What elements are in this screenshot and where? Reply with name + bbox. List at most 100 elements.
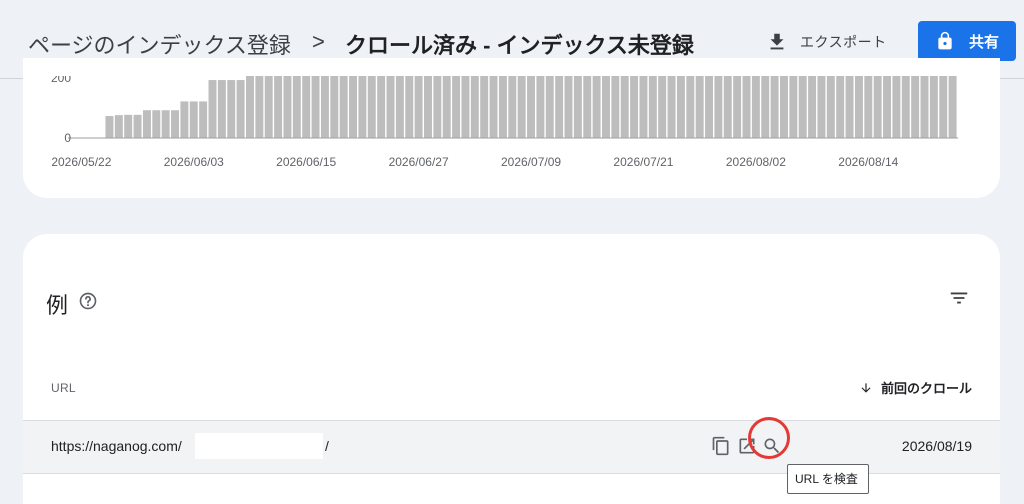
chart-bar[interactable] — [948, 75, 957, 138]
chart-bar[interactable] — [367, 75, 376, 138]
chart-bar[interactable] — [808, 75, 817, 138]
chart-bar[interactable] — [648, 75, 657, 138]
filter-icon[interactable] — [948, 287, 970, 309]
chart-bar[interactable] — [227, 80, 236, 138]
chart-bar[interactable] — [536, 75, 545, 138]
chart-bar[interactable] — [517, 75, 526, 138]
chart-bar[interactable] — [770, 75, 779, 138]
chart-bar[interactable] — [864, 75, 873, 138]
chart-bar[interactable] — [330, 75, 339, 138]
chart-bar[interactable] — [527, 75, 536, 138]
chart-bar[interactable] — [142, 110, 151, 138]
chart-bar[interactable] — [236, 80, 245, 138]
chart-bar[interactable] — [695, 75, 704, 138]
chart-bar[interactable] — [826, 75, 835, 138]
chart-bar[interactable] — [883, 75, 892, 138]
chart-bar[interactable] — [461, 75, 470, 138]
chart-bar[interactable] — [302, 75, 311, 138]
chart-bar[interactable] — [292, 75, 301, 138]
chart-bar[interactable] — [676, 75, 685, 138]
chart-bar[interactable] — [433, 75, 442, 138]
column-header-url: URL — [51, 381, 76, 395]
chart-bar[interactable] — [854, 75, 863, 138]
chart-bar[interactable] — [217, 80, 226, 138]
chart-bar[interactable] — [658, 75, 667, 138]
chart-bar[interactable] — [171, 110, 180, 138]
chart-bar[interactable] — [761, 75, 770, 138]
help-icon[interactable] — [78, 291, 98, 311]
chart-bar[interactable] — [424, 75, 432, 138]
chart-bar[interactable] — [920, 75, 929, 138]
chart-bar[interactable] — [892, 75, 901, 138]
chart-bar[interactable] — [630, 75, 639, 138]
export-button[interactable]: エクスポート — [766, 28, 887, 56]
chart-bar[interactable] — [311, 75, 320, 138]
chart-bar[interactable] — [349, 75, 358, 138]
column-header-last-crawl[interactable]: 前回のクロール — [859, 378, 972, 397]
chart-bar[interactable] — [817, 75, 826, 138]
chart-bar[interactable] — [620, 75, 629, 138]
chart-bar[interactable] — [639, 75, 648, 138]
chart-bar[interactable] — [255, 75, 264, 138]
chart-bar[interactable] — [358, 75, 367, 138]
chart-bar[interactable] — [845, 75, 854, 138]
chart-bar[interactable] — [133, 114, 142, 138]
chart-bar[interactable] — [911, 75, 920, 138]
chart-bar[interactable] — [789, 75, 798, 138]
chart-bar[interactable] — [545, 75, 554, 138]
chart-bar[interactable] — [602, 75, 610, 138]
chart-bar[interactable] — [395, 75, 404, 138]
chart-bar[interactable] — [161, 110, 170, 138]
chart-bar[interactable] — [283, 75, 292, 138]
chart-bar[interactable] — [929, 75, 938, 138]
chart-bar[interactable] — [442, 75, 451, 138]
x-tick-label: 2026/08/02 — [726, 155, 786, 169]
chart-bar[interactable] — [901, 75, 910, 138]
chart-bar[interactable] — [489, 75, 498, 138]
chart-bar[interactable] — [723, 75, 732, 138]
copy-icon[interactable] — [711, 436, 731, 456]
chart-bar[interactable] — [274, 75, 283, 138]
chart-bar[interactable] — [470, 75, 479, 138]
chart-bar[interactable] — [320, 75, 329, 138]
chart-bar[interactable] — [414, 75, 423, 138]
chart-bar[interactable] — [124, 114, 133, 138]
chart-bar[interactable] — [742, 75, 751, 138]
chart-bar[interactable] — [686, 75, 695, 138]
chart-bar[interactable] — [199, 101, 208, 138]
chart-bar[interactable] — [386, 75, 395, 138]
chart-bar[interactable] — [714, 75, 723, 138]
chart-bar[interactable] — [873, 75, 882, 138]
share-button[interactable]: 共有 — [918, 21, 1016, 61]
chart-bar[interactable] — [405, 75, 414, 138]
chart-bar[interactable] — [555, 75, 564, 138]
chart-bar[interactable] — [480, 75, 489, 138]
chart-bar[interactable] — [114, 115, 123, 139]
chart-bar[interactable] — [189, 101, 198, 138]
chart-bar[interactable] — [836, 75, 845, 138]
chart-bar[interactable] — [105, 116, 114, 138]
chart-bar[interactable] — [667, 75, 676, 138]
chart-bar[interactable] — [264, 75, 273, 138]
chart-bar[interactable] — [733, 75, 742, 138]
chart-bar[interactable] — [498, 75, 507, 138]
chart-bar[interactable] — [611, 75, 620, 138]
chart-bar[interactable] — [780, 75, 788, 138]
chart-bar[interactable] — [377, 75, 386, 138]
chart-bar[interactable] — [751, 75, 760, 138]
chart-bar[interactable] — [452, 75, 461, 138]
chart-bar[interactable] — [208, 80, 217, 138]
chart-bar[interactable] — [705, 75, 714, 138]
chart-bar[interactable] — [508, 75, 517, 138]
chart-bar[interactable] — [798, 75, 807, 138]
chart-bar[interactable] — [564, 75, 573, 138]
breadcrumb-parent-link[interactable]: ページのインデックス登録 — [28, 28, 291, 60]
chart-bar[interactable] — [583, 75, 592, 138]
chart-bar[interactable] — [152, 110, 161, 138]
chart-bar[interactable] — [246, 75, 254, 138]
chart-bar[interactable] — [592, 75, 601, 138]
chart-bar[interactable] — [180, 101, 189, 138]
chart-bar[interactable] — [573, 75, 582, 138]
chart-bar[interactable] — [339, 75, 348, 138]
chart-bar[interactable] — [939, 75, 948, 138]
